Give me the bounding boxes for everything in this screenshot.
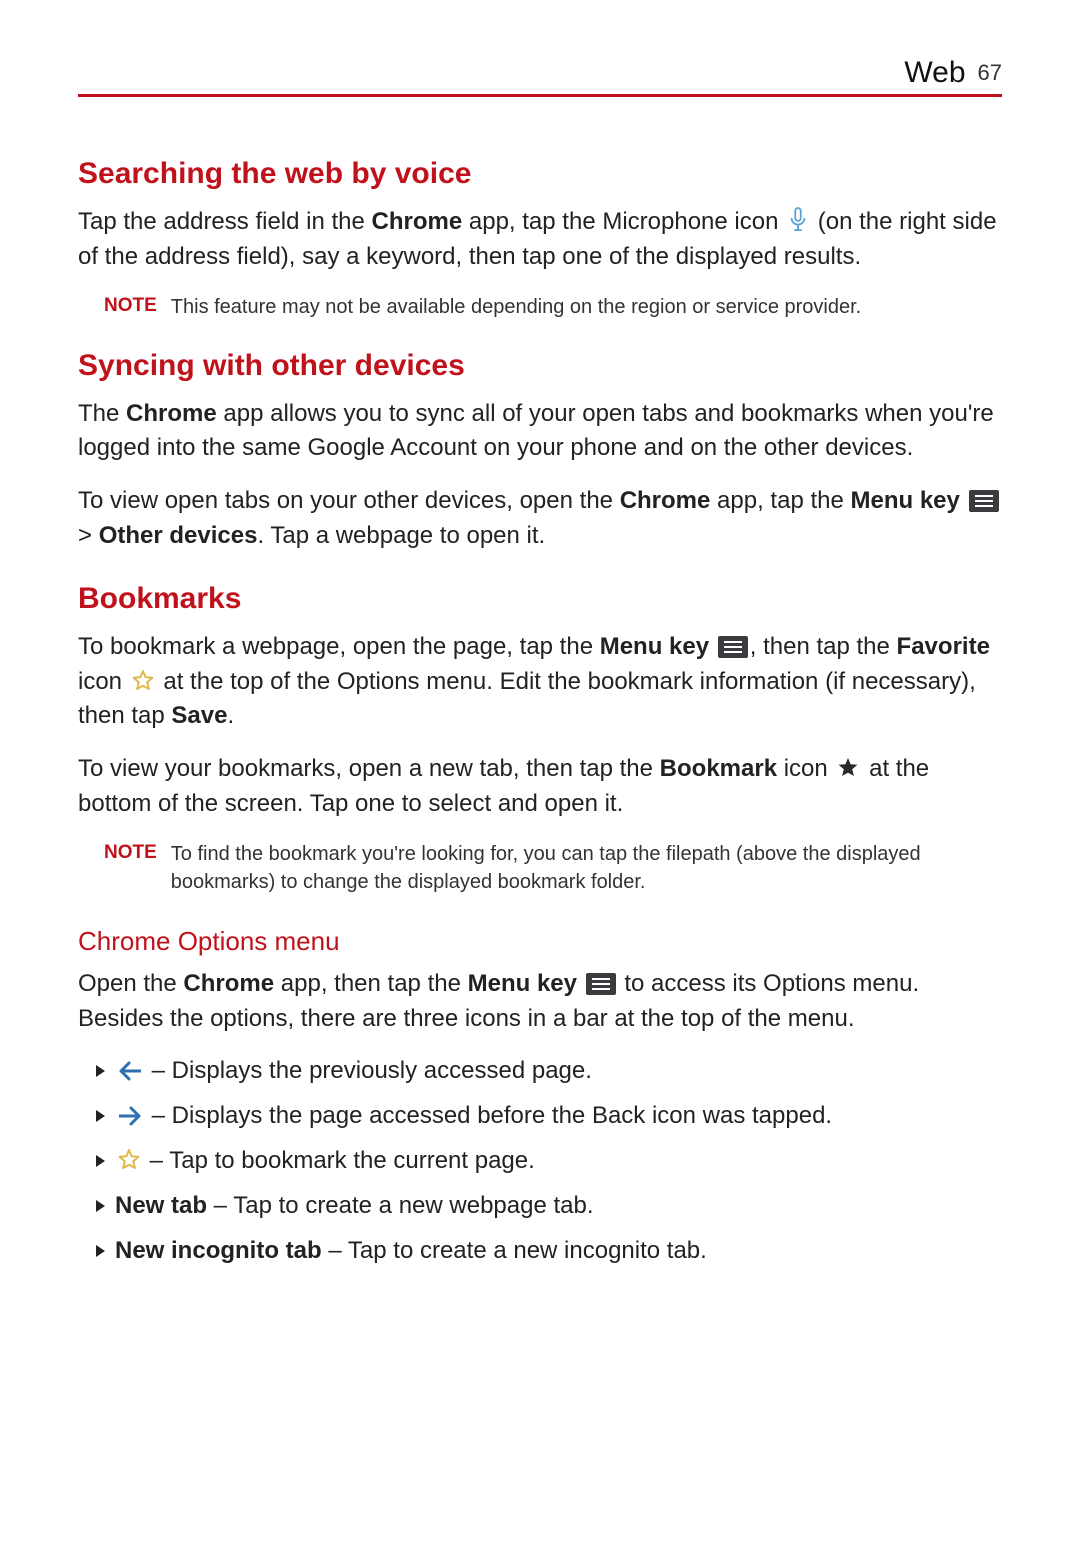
- page-header: Web 67: [78, 56, 1002, 97]
- syncing-paragraph-1: The Chrome app allows you to sync all of…: [78, 397, 1002, 467]
- forward-arrow-icon: [117, 1105, 143, 1127]
- manual-page: Web 67 Searching the web by voice Tap th…: [0, 0, 1080, 1552]
- bookmarks-paragraph-2: To view your bookmarks, open a new tab, …: [78, 752, 1002, 822]
- bullet-triangle-icon: [96, 1110, 105, 1122]
- options-list-item: – Displays the previously accessed page.: [96, 1054, 1002, 1089]
- bookmarks-paragraph-1: To bookmark a webpage, open the page, ta…: [78, 630, 1002, 734]
- menu-key-icon: [718, 636, 748, 658]
- syncing-paragraph-2: To view open tabs on your other devices,…: [78, 484, 1002, 554]
- options-list-item: New incognito tab – Tap to create a new …: [96, 1234, 1002, 1269]
- heading-voice-search: Searching the web by voice: [78, 157, 1002, 191]
- favorite-star-outline-icon: [131, 669, 155, 693]
- options-list-item: – Tap to bookmark the current page.: [96, 1144, 1002, 1179]
- options-list-item: New tab – Tap to create a new webpage ta…: [96, 1189, 1002, 1224]
- menu-key-icon: [969, 490, 999, 512]
- back-arrow-icon: [117, 1060, 143, 1082]
- options-list: – Displays the previously accessed page.…: [78, 1054, 1002, 1268]
- microphone-icon: [787, 207, 809, 233]
- heading-syncing: Syncing with other devices: [78, 349, 1002, 383]
- bookmarks-note: NOTE To find the bookmark you're looking…: [104, 840, 1002, 896]
- heading-bookmarks: Bookmarks: [78, 582, 1002, 616]
- heading-chrome-options: Chrome Options menu: [78, 926, 1002, 957]
- header-page-number: 67: [978, 60, 1002, 86]
- favorite-star-outline-icon: [117, 1148, 141, 1172]
- menu-key-icon: [586, 973, 616, 995]
- options-list-item: – Displays the page accessed before the …: [96, 1099, 1002, 1134]
- bookmark-star-filled-icon: [836, 756, 860, 780]
- bullet-triangle-icon: [96, 1155, 105, 1167]
- chrome-options-paragraph: Open the Chrome app, then tap the Menu k…: [78, 967, 1002, 1037]
- voice-search-note: NOTE This feature may not be available d…: [104, 293, 1002, 321]
- bullet-triangle-icon: [96, 1200, 105, 1212]
- bullet-triangle-icon: [96, 1245, 105, 1257]
- bullet-triangle-icon: [96, 1065, 105, 1077]
- voice-search-paragraph: Tap the address field in the Chrome app,…: [78, 205, 1002, 275]
- header-section: Web: [904, 56, 965, 90]
